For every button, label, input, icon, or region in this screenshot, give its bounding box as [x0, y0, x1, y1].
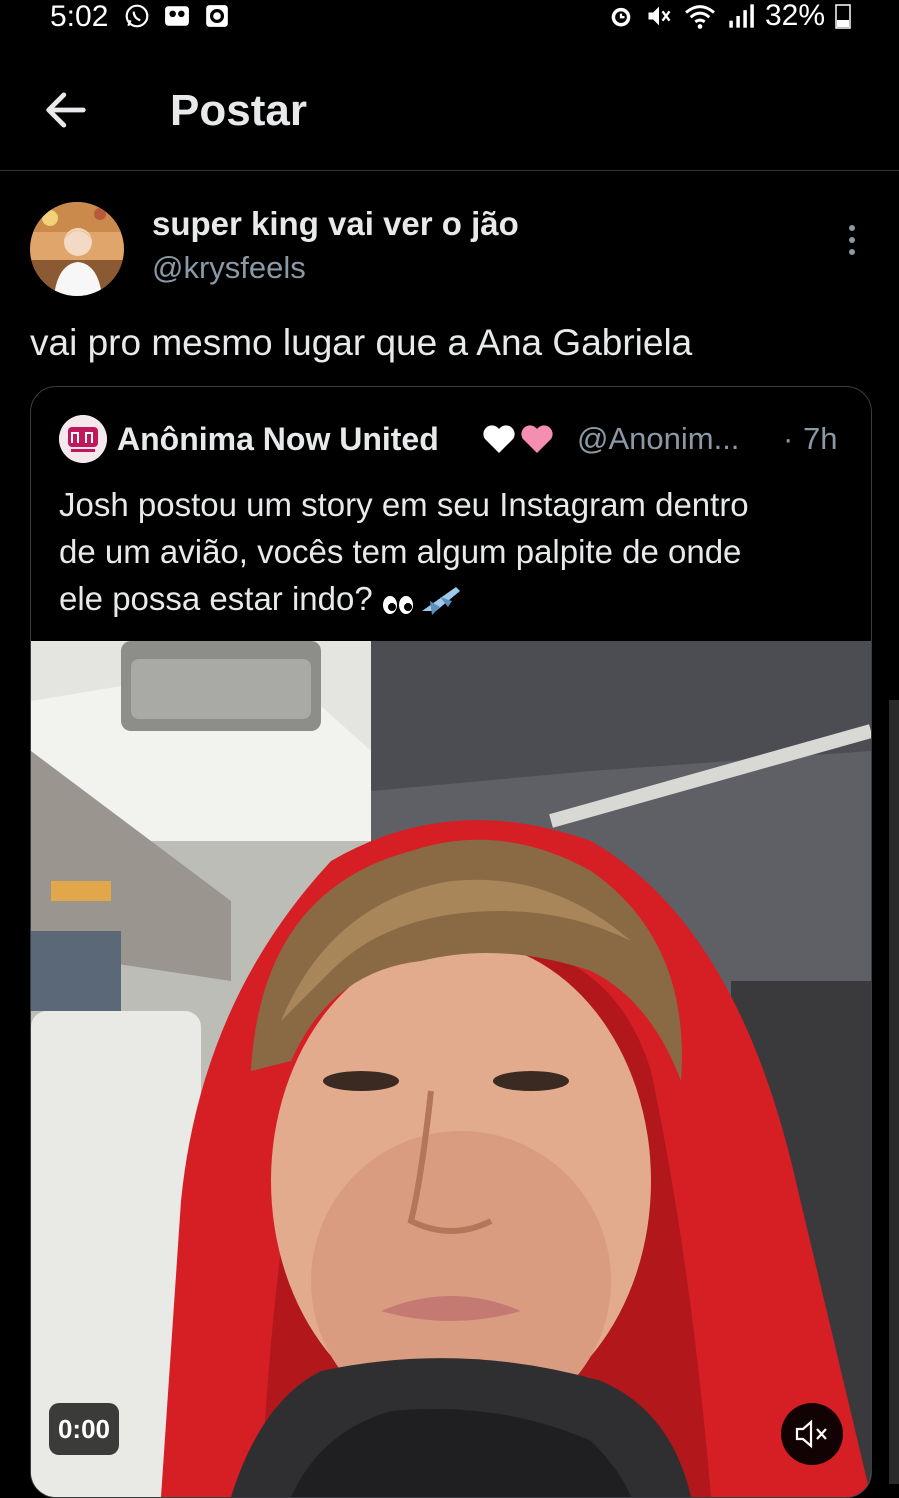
page-title: Postar — [170, 86, 307, 135]
scrollbar[interactable] — [889, 700, 899, 1484]
volume-mute-icon[interactable] — [781, 1403, 843, 1465]
separator-dot: · — [783, 421, 794, 456]
quote-text-line: de um avião, vocês tem algum palpite de … — [59, 533, 742, 570]
voicemail-icon — [165, 6, 189, 26]
app-icon — [206, 5, 228, 27]
quote-text-line: ele possa estar indo? — [59, 575, 839, 622]
arrow-left-icon[interactable] — [40, 84, 92, 136]
hearts-emoji-icon — [483, 425, 553, 453]
quote-avatar[interactable] — [59, 415, 107, 463]
status-bar: 5:02 32% — [0, 0, 899, 34]
quote-text: Josh postou um story em seu Instagram de… — [59, 481, 839, 622]
quote-text-line: Josh postou um story em seu Instagram de… — [59, 486, 749, 523]
whatsapp-icon — [125, 4, 149, 28]
author-handle[interactable]: @krysfeels — [152, 250, 306, 286]
eyes-airplane-emoji-icon — [382, 587, 460, 616]
video-thumbnail — [31, 641, 871, 1497]
quote-author-name[interactable]: Anônima Now United — [117, 421, 439, 458]
video-player[interactable] — [31, 641, 871, 1497]
tweet-text: vai pro mesmo lugar que a Ana Gabriela — [30, 322, 693, 363]
quote-timestamp: 7h — [803, 421, 838, 456]
status-time: 5:02 — [50, 0, 109, 33]
author-name[interactable]: super king vai ver o jão — [152, 205, 519, 243]
battery-percent: 32% — [764, 0, 825, 32]
avatar[interactable] — [30, 202, 124, 296]
quote-text-line-3: ele possa estar indo? — [59, 580, 373, 617]
top-bar: Postar — [0, 60, 899, 171]
battery-icon — [835, 4, 851, 29]
alarm-icon — [611, 7, 631, 27]
mute-icon — [648, 6, 671, 26]
more-vertical-icon[interactable] — [836, 222, 868, 258]
quote-author-handle[interactable]: @Anonim... — [577, 421, 739, 457]
video-timestamp: 0:00 — [49, 1403, 119, 1455]
signal-icon — [729, 4, 754, 28]
wifi-icon — [685, 5, 715, 29]
quoted-tweet[interactable]: Anônima Now United @Anonim... · 7h Josh … — [30, 386, 872, 1498]
